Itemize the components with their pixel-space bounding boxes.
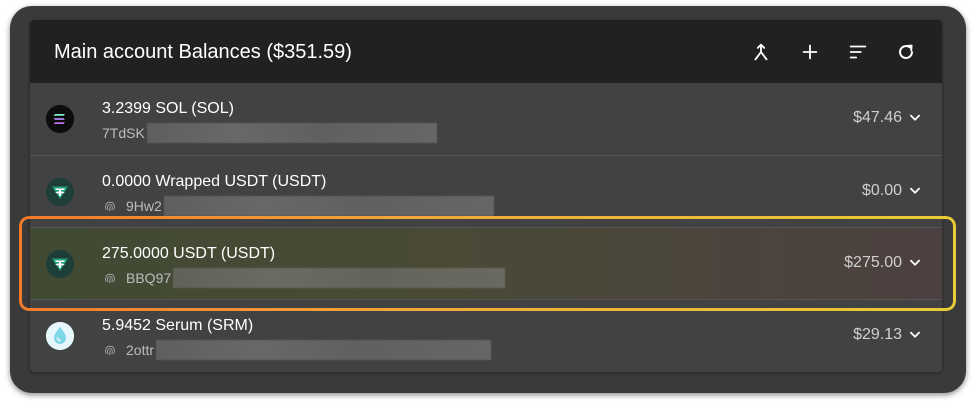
address-prefix: 7TdSK bbox=[102, 125, 145, 141]
token-value: $47.46 bbox=[853, 109, 902, 126]
token-amount-label: 275.0000 USDT (USDT) bbox=[102, 245, 276, 262]
merge-accounts-button[interactable] bbox=[745, 36, 777, 68]
refresh-icon bbox=[899, 44, 913, 59]
serum-icon bbox=[46, 322, 74, 350]
redacted-address bbox=[156, 340, 492, 360]
token-value-toggle[interactable]: $0.00 bbox=[862, 182, 922, 200]
token-amount-label: 5.9452 Serum (SRM) bbox=[102, 317, 254, 334]
token-address: 9Hw2 bbox=[102, 196, 494, 216]
redacted-address bbox=[146, 123, 437, 143]
solana-icon bbox=[46, 105, 74, 133]
redacted-address bbox=[173, 268, 506, 288]
token-value: $0.00 bbox=[861, 182, 902, 199]
fingerprint-icon bbox=[105, 273, 115, 284]
sort-icon bbox=[849, 45, 867, 59]
chevron-down-icon bbox=[910, 331, 920, 338]
address-prefix: 2ottr bbox=[126, 342, 155, 358]
add-token-button[interactable] bbox=[794, 36, 826, 68]
token-address: 2ottr bbox=[102, 340, 492, 360]
token-value-toggle[interactable]: $275.00 bbox=[844, 254, 922, 272]
token-value: $275.00 bbox=[844, 254, 902, 271]
token-amount-label: 3.2399 SOL (SOL) bbox=[102, 100, 234, 117]
tether-icon bbox=[46, 178, 74, 206]
redacted-address bbox=[163, 196, 494, 216]
refresh-button[interactable] bbox=[890, 36, 922, 68]
address-prefix: 9Hw2 bbox=[126, 198, 162, 214]
token-row-usdt[interactable]: 275.0000 USDT (USDT) BBQ97 $275.00 bbox=[30, 227, 942, 299]
chevron-down-icon bbox=[910, 114, 920, 121]
tether-icon bbox=[46, 250, 74, 278]
token-row-wrapped-usdt[interactable]: 0.0000 Wrapped USDT (USDT) 9Hw2 $0.00 bbox=[30, 155, 942, 227]
address-prefix: BBQ97 bbox=[126, 270, 172, 286]
fingerprint-icon bbox=[105, 345, 115, 356]
token-row-sol[interactable]: 3.2399 SOL (SOL) 7TdSK $47.46 bbox=[30, 83, 942, 155]
token-address: 7TdSK bbox=[102, 123, 437, 143]
token-value: $29.13 bbox=[853, 326, 902, 343]
token-row-serum[interactable]: 5.9452 Serum (SRM) 2ottr $29.13 bbox=[30, 299, 942, 371]
app-window: Main account Balances ($351.59) 3.2399 S… bbox=[10, 6, 966, 393]
token-value-toggle[interactable]: $29.13 bbox=[853, 326, 922, 344]
balances-panel: Main account Balances ($351.59) 3.2399 S… bbox=[30, 20, 942, 372]
token-amount-label: 0.0000 Wrapped USDT (USDT) bbox=[102, 173, 327, 190]
balances-title: Main account Balances ($351.59) bbox=[54, 41, 352, 63]
balances-header: Main account Balances ($351.59) bbox=[30, 20, 942, 83]
plus-icon bbox=[802, 44, 818, 60]
token-address: BBQ97 bbox=[102, 268, 506, 288]
fingerprint-icon bbox=[105, 201, 115, 212]
chevron-down-icon bbox=[910, 187, 920, 194]
merge-icon bbox=[754, 43, 768, 61]
chevron-down-icon bbox=[910, 259, 920, 266]
token-value-toggle[interactable]: $47.46 bbox=[853, 109, 922, 127]
sort-button[interactable] bbox=[842, 36, 874, 68]
